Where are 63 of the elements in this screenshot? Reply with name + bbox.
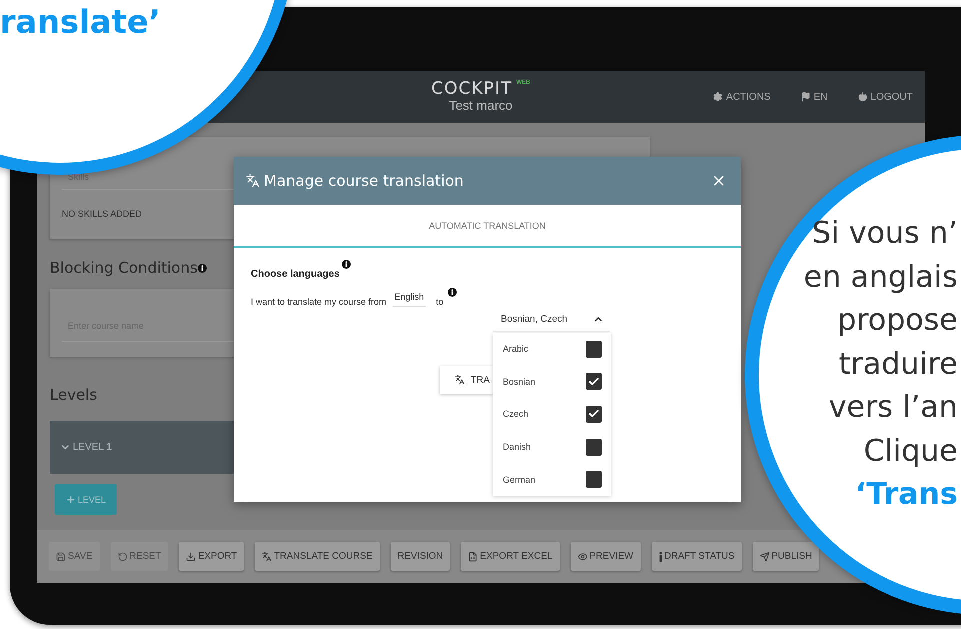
toolbar-button[interactable]: EXPORT EXCEL xyxy=(461,542,560,571)
logo: COCKPIT xyxy=(432,80,512,98)
info-icon xyxy=(658,552,662,562)
language-name: Danish xyxy=(503,442,532,452)
sentence-text: I want to translate my course from xyxy=(251,297,387,307)
checkbox[interactable] xyxy=(586,471,602,488)
section-heading: Choose languages xyxy=(251,269,340,280)
source-language-field[interactable]: English xyxy=(392,292,426,307)
dialog-tab[interactable]: AUTOMATIC TRANSLATION xyxy=(234,205,741,246)
spreadsheet-icon xyxy=(468,552,478,562)
callout-text: propose xyxy=(837,302,958,340)
toolbar-button[interactable]: DRAFT STATUS xyxy=(652,542,742,571)
level-label: LEVEL 1 xyxy=(60,442,112,453)
section-title: Levels xyxy=(50,386,98,404)
language-option[interactable]: Bosnian xyxy=(493,366,611,398)
check-icon xyxy=(588,408,600,420)
callout-text: vers l’an xyxy=(829,389,958,427)
toolbar-button[interactable]: PREVIEW xyxy=(570,542,640,571)
section-title: Blocking Conditions xyxy=(50,259,198,277)
paper-plane-icon xyxy=(760,552,770,562)
language-name: Czech xyxy=(503,409,529,420)
flag-icon xyxy=(800,92,811,102)
eye-icon xyxy=(578,552,588,562)
empty-skills-text: NO SKILLS ADDED xyxy=(62,209,144,219)
toolbar-button[interactable]: EXPORT xyxy=(179,542,244,571)
connector-text: to xyxy=(436,297,444,307)
toolbar-button[interactable]: PUBLISH xyxy=(752,542,820,571)
nav-link[interactable]: LOGOUT xyxy=(858,92,913,102)
language-name: German xyxy=(503,474,536,485)
callout-text: Clique xyxy=(864,432,958,470)
checkbox[interactable] xyxy=(586,373,602,390)
info-icon xyxy=(342,260,351,269)
toolbar-button[interactable]: TRANSLATE COURSE xyxy=(255,542,380,571)
callout-text: ranslate’ xyxy=(0,3,161,41)
toolbar-button[interactable]: REVISION xyxy=(390,542,450,571)
plus-icon xyxy=(66,494,76,504)
course-subtitle: Test marco xyxy=(449,98,513,114)
callout-text: ‘Trans xyxy=(855,476,958,514)
language-option[interactable]: German xyxy=(493,463,611,496)
download-icon xyxy=(186,552,196,562)
translate-icon xyxy=(455,375,465,385)
undo-icon xyxy=(118,552,128,562)
nav-link[interactable]: ACTIONS xyxy=(713,92,771,102)
language-name: Arabic xyxy=(503,344,529,354)
checkbox[interactable] xyxy=(586,340,602,358)
nav-link[interactable]: EN xyxy=(800,92,828,102)
checkbox[interactable] xyxy=(586,406,602,423)
language-option[interactable]: Arabic xyxy=(493,333,611,366)
language-option[interactable]: Danish xyxy=(493,430,611,464)
translate-button[interactable]: TRA xyxy=(440,366,493,394)
info-icon xyxy=(198,264,207,272)
translate-icon xyxy=(246,174,260,188)
language-option[interactable]: Czech xyxy=(493,398,611,431)
language-name: Bosnian xyxy=(503,376,536,387)
info-icon xyxy=(448,288,457,297)
target-language-select[interactable]: Bosnian, Czech xyxy=(493,308,610,332)
check-icon xyxy=(588,376,600,388)
callout-text: Si vous n’ xyxy=(812,215,958,253)
translate-icon xyxy=(262,552,272,562)
checkbox[interactable] xyxy=(586,438,602,456)
callout-text: en anglais xyxy=(804,258,958,296)
dialog-title: Manage course translation xyxy=(246,172,464,190)
callout-text: traduire xyxy=(838,346,958,384)
